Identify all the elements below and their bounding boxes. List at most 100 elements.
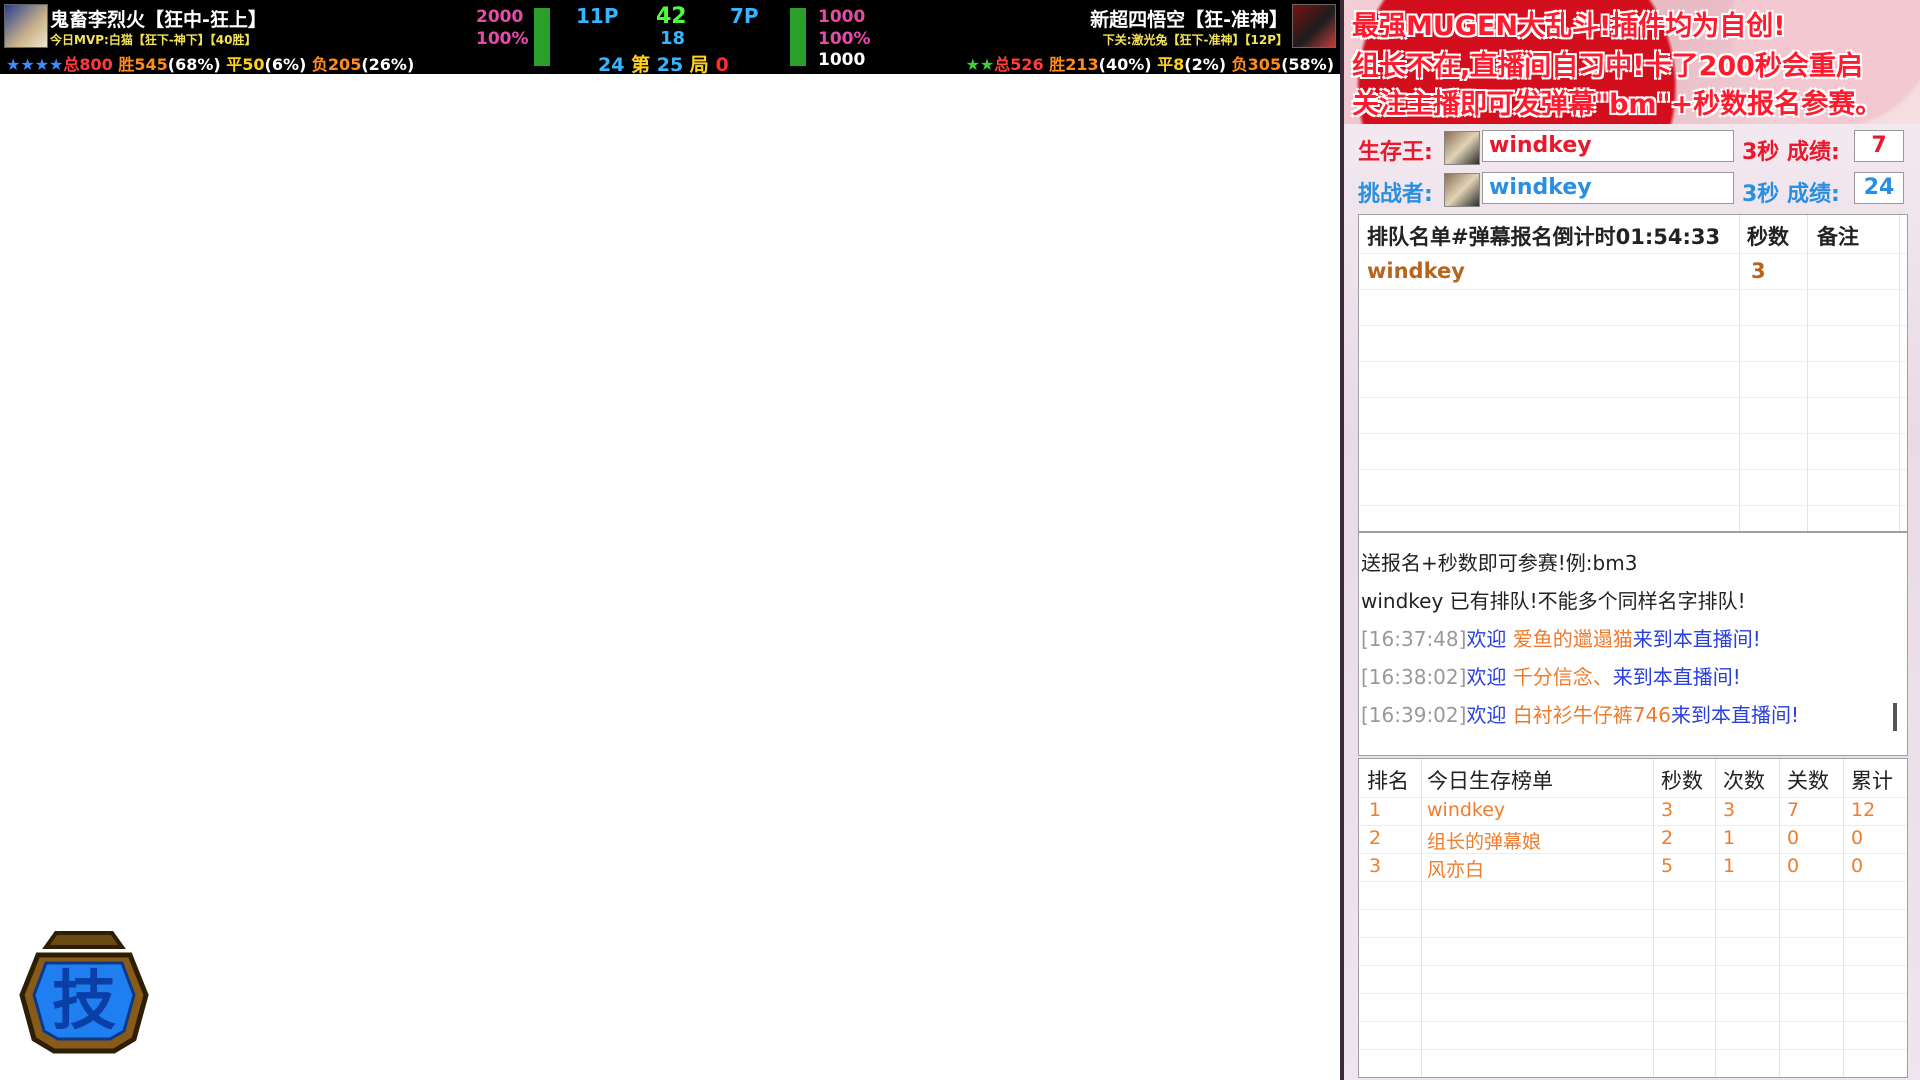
survival-king-score: 7 (1854, 130, 1904, 162)
queue-header: 排队名单#弹幕报名倒计时01:54:33 秒数 备注 (1359, 215, 1907, 253)
chat-welcome-prefix: 欢迎 (1466, 627, 1513, 651)
p2-stars: ★★ (965, 55, 995, 74)
p2-name: 新超四悟空【狂-准神】 (1090, 9, 1288, 31)
p1-losses: 负205 (311, 55, 362, 74)
round-line: 24 第 25 局 0 (598, 50, 729, 77)
ranking-header-rank: 排名 (1367, 769, 1409, 793)
stream-side-panel: 最强MUGEN大乱斗!插件均为自创! 组长不在,直播间自习中!卡了200秒会重启… (1340, 0, 1920, 1080)
ranking-row-name[interactable]: 风亦白 (1427, 855, 1484, 882)
p2-level: 7P (730, 4, 759, 28)
challenger-label: 挑战者: (1358, 182, 1433, 207)
challenger-name: windkey (1482, 172, 1734, 204)
challenger-row: 挑战者: windkey 3秒 成绩: 24 (1358, 172, 1910, 207)
queue-table: 排队名单#弹幕报名倒计时01:54:33 秒数 备注 windkey 3 (1358, 214, 1908, 532)
survival-king-row: 生存王: windkey 3秒 成绩: 7 (1358, 130, 1910, 165)
queue-header-note: 备注 (1817, 225, 1859, 249)
ranking-row-total: 0 (1851, 827, 1864, 849)
match-timer: 42 (656, 4, 687, 29)
p1-power-bar (534, 8, 550, 66)
p1-ties: 平50 (226, 55, 265, 74)
chat-username[interactable]: 千分信念、 (1513, 665, 1613, 689)
skill-badge-icon: 技 (16, 925, 152, 1055)
ranking-row-rank: 1 (1369, 799, 1382, 821)
p2-wins: 胜213 (1049, 55, 1099, 74)
survival-king-avatar (1444, 131, 1480, 165)
p2-total: 总526 (994, 55, 1044, 74)
ranking-row-stages: 0 (1787, 827, 1800, 849)
ranking-row-stages: 7 (1787, 799, 1800, 821)
p2-power: 1000 (818, 7, 866, 27)
chat-welcome-message: [16:37:48]欢迎 爱鱼的邋遢猫来到本直播间! (1361, 623, 1761, 652)
chat-welcome-message: [16:39:02]欢迎 白衬衫牛仔裤746来到本直播间! (1361, 699, 1799, 728)
round-number: 25 (656, 54, 684, 76)
chat-username[interactable]: 白衬衫牛仔裤746 (1513, 703, 1671, 727)
chat-welcome-message: [16:38:02]欢迎 千分信念、来到本直播间! (1361, 661, 1741, 690)
svg-text:技: 技 (52, 965, 116, 1039)
p1-level: 11P (576, 4, 619, 28)
ranking-row-times: 1 (1723, 855, 1736, 877)
right-count: 0 (715, 54, 729, 76)
p1-losses-pct: (26%) (361, 55, 415, 74)
ranking-row-seconds: 5 (1661, 855, 1674, 877)
queue-header-seconds: 秒数 (1747, 225, 1789, 249)
chat-welcome-suffix: 来到本直播间! (1632, 627, 1761, 651)
queue-header-name: 排队名单#弹幕报名倒计时01:54:33 (1367, 225, 1721, 249)
p1-stats: ★★★★总800 胜545(68%) 平50(6%) 负205(26%) (6, 51, 414, 75)
sub-timer: 18 (660, 28, 686, 49)
left-count: 24 (598, 54, 625, 76)
ranking-row-rank: 3 (1369, 855, 1382, 877)
round-prefix: 第 (631, 54, 651, 76)
p1-power-pct: 100% (476, 29, 529, 49)
chat-timestamp: [16:39:02] (1361, 703, 1467, 727)
ranking-row-total: 0 (1851, 855, 1864, 877)
survival-king-label: 生存王: (1358, 140, 1433, 165)
banner-line-3: 关注主播即可发弹幕"bm"+秒数报名参赛。 (1352, 89, 1883, 120)
queue-row-seconds: 3 (1751, 259, 1766, 283)
chat-timestamp: [16:37:48] (1361, 627, 1467, 651)
ranking-header-stages: 关数 (1787, 769, 1829, 793)
queue-row-name[interactable]: windkey (1367, 259, 1465, 283)
p1-ties-pct: (6%) (264, 55, 307, 74)
p1-wins-pct: (68%) (167, 55, 221, 74)
chat-welcome-prefix: 欢迎 (1466, 703, 1513, 727)
challenger-avatar (1444, 173, 1480, 207)
banner-line-2: 组长不在,直播间自习中!卡了200秒会重启 (1352, 51, 1863, 82)
match-hud: 鬼畜李烈火【狂中-狂上】 今日MVP:白猫【狂下-神下】【40胜】 ★★★★总8… (0, 0, 1340, 77)
p2-ties: 平8 (1157, 55, 1185, 74)
chat-timestamp: [16:38:02] (1361, 665, 1467, 689)
challenger-score: 24 (1854, 172, 1904, 204)
ranking-row-seconds: 2 (1661, 827, 1674, 849)
chat-welcome-suffix: 来到本直播间! (1670, 703, 1800, 727)
chat-message: windkey 已有排队!不能多个同样名字排队! (1361, 589, 1746, 613)
ranking-row-times: 3 (1723, 799, 1736, 821)
p1-stars: ★★★★ (6, 55, 64, 74)
p1-name: 鬼畜李烈火【狂中-狂上】 (50, 9, 267, 31)
p2-stats: ★★总526 胜213(40%) 平8(2%) 负305(58%) (966, 51, 1334, 75)
p1-mvp: 今日MVP:白猫【狂下-神下】【40胜】 (50, 33, 257, 47)
p2-losses: 负305 (1231, 55, 1282, 74)
p2-losses-pct: (58%) (1281, 55, 1334, 74)
p1-avatar (4, 4, 48, 48)
p2-power-bar (790, 8, 806, 66)
ranking-header-seconds: 秒数 (1661, 769, 1703, 793)
p1-total: 总800 (63, 55, 113, 74)
announcement-banner: 最强MUGEN大乱斗!插件均为自创! 组长不在,直播间自习中!卡了200秒会重启… (1344, 0, 1920, 124)
banner-line-1: 最强MUGEN大乱斗!插件均为自创! (1352, 11, 1786, 42)
chat-welcome-suffix: 来到本直播间! (1612, 665, 1741, 689)
ranking-header-name: 今日生存榜单 (1427, 769, 1553, 793)
ranking-row-total: 12 (1851, 799, 1876, 821)
chat-message: 送报名+秒数即可参赛!例:bm3 (1361, 551, 1638, 575)
survival-king-name: windkey (1482, 130, 1734, 162)
chat-welcome-prefix: 欢迎 (1466, 665, 1513, 689)
chat-log[interactable]: 送报名+秒数即可参赛!例:bm3 windkey 已有排队!不能多个同样名字排队… (1358, 532, 1908, 756)
p2-wins-pct: (40%) (1098, 55, 1152, 74)
ranking-row-name[interactable]: windkey (1427, 799, 1505, 821)
p1-power: 2000 (476, 7, 524, 27)
survival-ranking-table: 排名 今日生存榜单 秒数 次数 关数 累计 1 windkey 3 3 7 12… (1358, 758, 1908, 1078)
chat-username[interactable]: 爱鱼的邋遢猫 (1513, 627, 1633, 651)
chat-scrollbar[interactable] (1893, 703, 1897, 731)
p2-ties-pct: (2%) (1184, 55, 1227, 74)
ranking-row-name[interactable]: 组长的弹幕娘 (1427, 827, 1541, 854)
p2-next-stage: 下关:激光兔【狂下-准神】【12P】 (1102, 33, 1288, 47)
p2-power-pct: 100% (818, 29, 871, 49)
